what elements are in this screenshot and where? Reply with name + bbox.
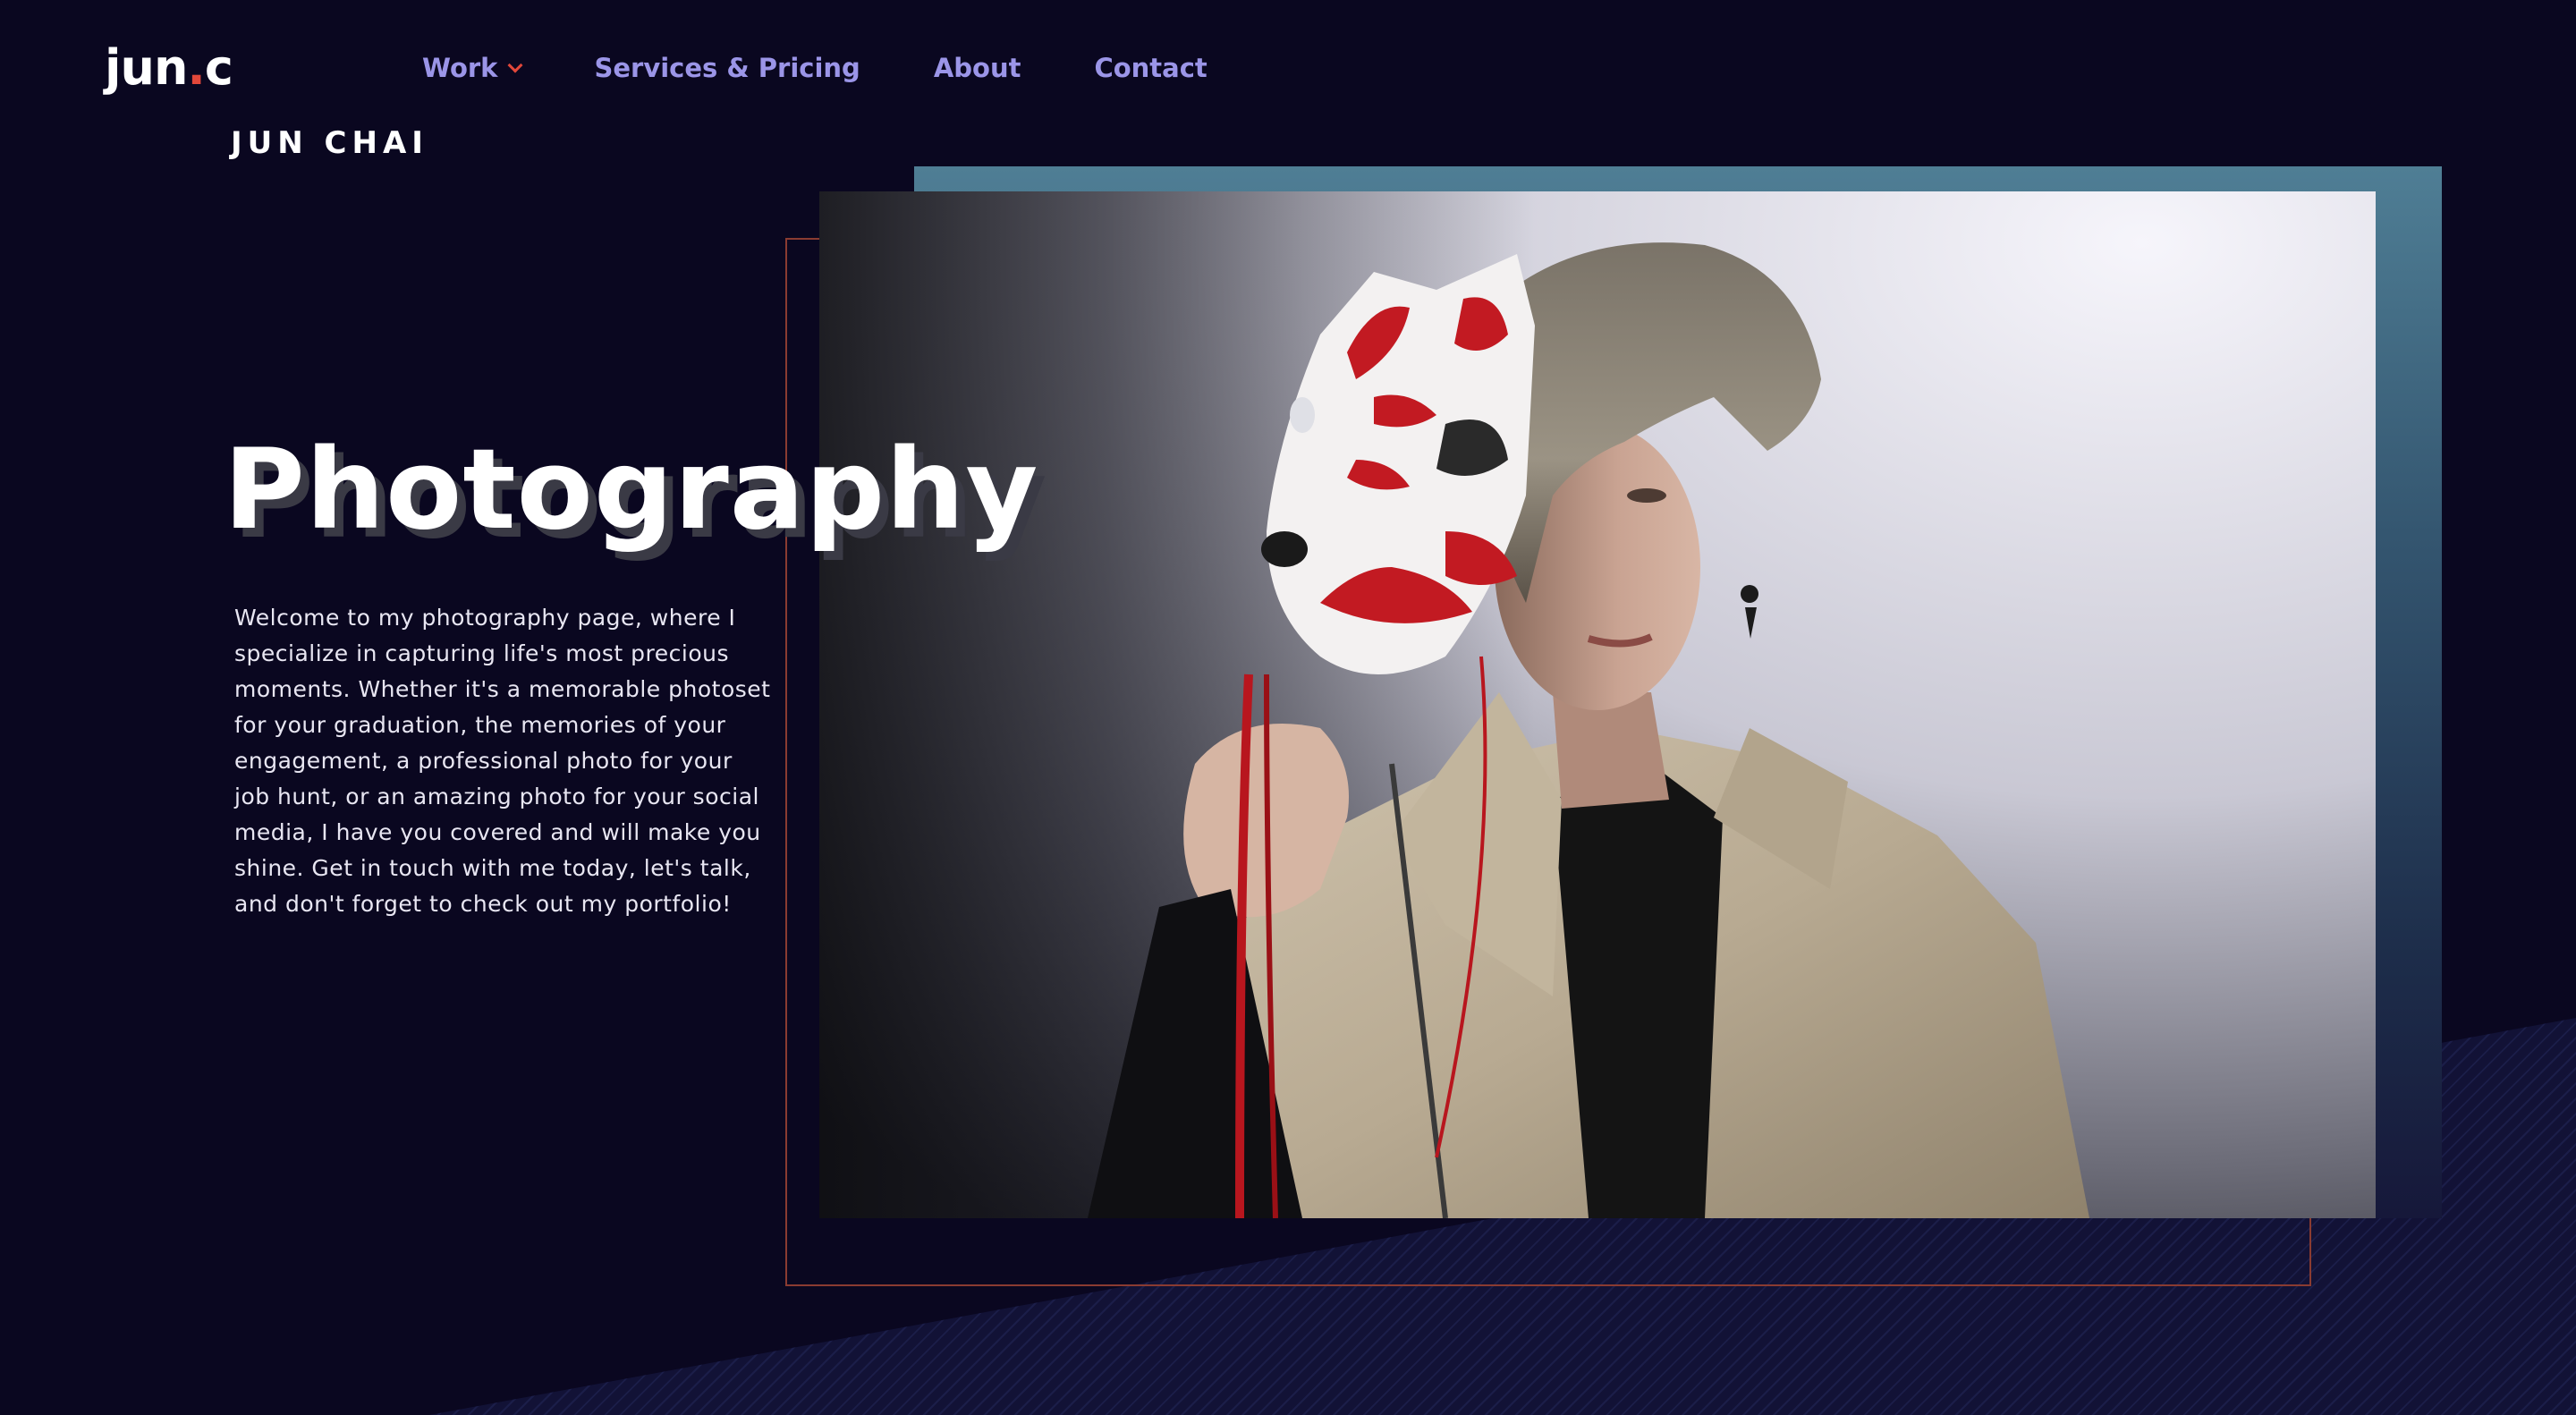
main-nav: Work Services & Pricing About Contact <box>422 48 1281 88</box>
chevron-down-icon <box>507 57 523 73</box>
nav-item-contact[interactable]: Contact <box>1094 53 1207 83</box>
logo-dot: . <box>187 39 205 96</box>
page-title: Photography <box>224 426 1039 555</box>
logo-text-main: jun <box>105 39 188 96</box>
page: jun.c Work Services & Pricing About Cont… <box>0 0 2576 1415</box>
nav-item-about[interactable]: About <box>934 53 1021 83</box>
photographer-name: JUN CHAI <box>231 125 428 161</box>
nav-item-work-label: Work <box>422 53 498 83</box>
nav-item-services-pricing[interactable]: Services & Pricing <box>594 53 860 83</box>
hero-photo <box>819 191 2376 1218</box>
intro-paragraph: Welcome to my photography page, where I … <box>234 605 771 917</box>
nav-item-contact-label: Contact <box>1094 53 1208 83</box>
nav-item-services-label: Services & Pricing <box>594 53 860 83</box>
nav-item-work[interactable]: Work <box>422 53 523 83</box>
site-logo[interactable]: jun.c <box>105 39 233 97</box>
nav-item-about-label: About <box>933 53 1021 83</box>
logo-text-end: c <box>204 39 233 96</box>
